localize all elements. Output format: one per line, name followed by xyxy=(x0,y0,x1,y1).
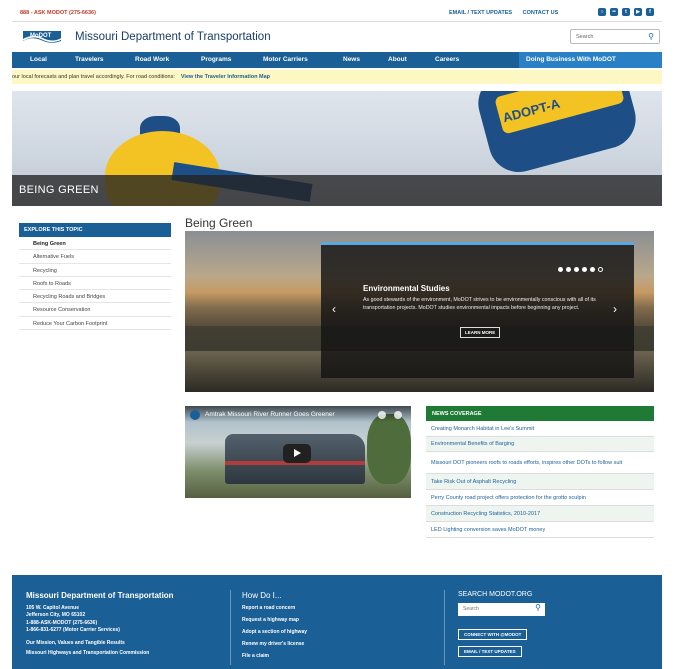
slider-dot[interactable] xyxy=(574,267,579,272)
footer-howdo-title: How Do I... xyxy=(242,591,282,600)
sidebar-item-being-green[interactable]: Being Green xyxy=(19,237,171,251)
site-title[interactable]: Missouri Department of Transportation xyxy=(75,31,271,43)
news-item[interactable]: Environmental Benefits of Barging xyxy=(426,437,654,452)
alert-banner: our local forecasts and plan travel acco… xyxy=(12,70,662,84)
youtube-icon[interactable]: ▶ xyxy=(634,8,642,16)
hero-banner: ADOPT-A BEING GREEN xyxy=(12,91,662,206)
clock-icon[interactable] xyxy=(378,411,386,419)
news-item[interactable]: Missouri DOT pioneers roofs to roads eff… xyxy=(426,452,654,474)
video-player[interactable]: Amtrak Missouri River Runner Goes Greene… xyxy=(185,406,411,498)
howdo-report-road-concern[interactable]: Report a road concern xyxy=(242,605,295,611)
main-nav: Local Travelers Road Work Programs Motor… xyxy=(12,52,662,68)
play-button[interactable] xyxy=(283,444,311,463)
slider-dot[interactable] xyxy=(582,267,587,272)
search-icon[interactable]: ⚲ xyxy=(535,603,541,612)
nav-news[interactable]: News xyxy=(343,56,360,63)
chevron-right-icon[interactable]: › xyxy=(613,302,617,316)
search-icon[interactable]: ⚲ xyxy=(648,32,654,41)
video-thumbnail-trees xyxy=(367,414,411,484)
connect-with-modot-button[interactable]: CONNECT WITH @MODOT xyxy=(458,629,528,640)
email-text-updates-link[interactable]: EMAIL / TEXT UPDATES xyxy=(449,10,512,16)
footer-divider xyxy=(230,590,231,665)
footer-mission-link[interactable]: Our Mission, Values and Tangible Results xyxy=(26,640,125,646)
slider-body: As good stewards of the environment, MoD… xyxy=(363,297,596,311)
hero-title: BEING GREEN xyxy=(19,184,99,196)
sidebar-item-carbon-footprint[interactable]: Reduce Your Carbon Footprint xyxy=(19,317,171,331)
social-links: ○ •• t ▶ f xyxy=(598,8,654,16)
address-phone[interactable]: 1-888-ASK-MODOT (275-6636) xyxy=(26,620,120,627)
utility-links: EMAIL / TEXT UPDATES CONTACT US xyxy=(449,10,567,16)
slider-heading: Environmental Studies xyxy=(363,284,450,293)
page-title: Being Green xyxy=(185,216,253,230)
utility-bar: 888 - ASK MODOT (275-6636) EMAIL / TEXT … xyxy=(12,7,662,21)
sidebar-item-recycling-roads-bridges[interactable]: Recycling Roads and Bridges xyxy=(19,290,171,304)
search-placeholder: Search xyxy=(576,34,594,40)
hero-caption: BEING GREEN xyxy=(12,175,662,206)
site-footer: Missouri Department of Transportation 10… xyxy=(12,575,662,669)
phone-link[interactable]: 888 - ASK MODOT (275-6636) xyxy=(20,10,96,16)
news-coverage: NEWS COVERAGE Creating Monarch Habitat i… xyxy=(426,406,654,538)
slider-dot[interactable] xyxy=(558,267,563,272)
instagram-icon[interactable]: ○ xyxy=(598,8,606,16)
slider-panel: Environmental Studies As good stewards o… xyxy=(321,242,634,378)
share-icon[interactable] xyxy=(394,411,402,419)
footer-search-input[interactable]: Search ⚲ xyxy=(458,603,545,616)
sidebar-item-alternative-fuels[interactable]: Alternative Fuels xyxy=(19,250,171,264)
sidebar-heading: EXPLORE THIS TOPIC xyxy=(19,223,171,237)
howdo-renew-license[interactable]: Renew my driver's license xyxy=(242,641,304,647)
footer-search-placeholder: Search xyxy=(463,606,479,612)
alert-text: our local forecasts and plan travel acco… xyxy=(12,74,175,80)
news-item[interactable]: Take Risk Out of Asphalt Recycling xyxy=(426,474,654,490)
news-item[interactable]: LED Lighting conversion saves MoDOT mone… xyxy=(426,522,654,538)
logo-text: MoDOT xyxy=(30,33,52,39)
content-slider: Environmental Studies As good stewards o… xyxy=(185,231,654,392)
footer-address: 105 W. Capitol Avenue Jefferson City, MO… xyxy=(26,605,120,634)
modot-logo[interactable]: MoDOT xyxy=(21,27,66,47)
address-motor-carrier-phone[interactable]: 1-866-831-6277 (Motor Carrier Services) xyxy=(26,627,120,634)
nav-motor-carriers[interactable]: Motor Carriers xyxy=(263,56,308,63)
footer-search-title: SEARCH MODOT.ORG xyxy=(458,591,533,598)
header-search-input[interactable]: Search ⚲ xyxy=(570,29,660,44)
howdo-adopt-highway[interactable]: Adopt a section of highway xyxy=(242,629,307,635)
contact-us-link[interactable]: CONTACT US xyxy=(523,10,559,16)
site-header: MoDOT Missouri Department of Transportat… xyxy=(12,21,662,53)
footer-email-updates-button[interactable]: EMAIL / TEXT UPDATES xyxy=(458,646,522,657)
slider-dot-active[interactable] xyxy=(598,267,603,272)
nav-local[interactable]: Local xyxy=(30,56,47,63)
news-heading: NEWS COVERAGE xyxy=(426,406,654,421)
sidebar-item-resource-conservation[interactable]: Resource Conservation xyxy=(19,303,171,317)
howdo-file-claim[interactable]: File a claim xyxy=(242,653,269,659)
topic-sidebar: EXPLORE THIS TOPIC Being Green Alternati… xyxy=(19,223,171,331)
sidebar-item-roofs-to-roads[interactable]: Roofs to Roads xyxy=(19,277,171,291)
channel-avatar[interactable] xyxy=(190,410,200,420)
footer-commission-link[interactable]: Missouri Highways and Transportation Com… xyxy=(26,650,149,656)
howdo-request-highway-map[interactable]: Request a highway map xyxy=(242,617,299,623)
footer-title: Missouri Department of Transportation xyxy=(26,591,174,600)
nav-travelers[interactable]: Travelers xyxy=(75,56,104,63)
learn-more-button[interactable]: LEARN MORE xyxy=(460,327,501,338)
sidebar-item-recycling[interactable]: Recycling xyxy=(19,264,171,277)
nav-about[interactable]: About xyxy=(388,56,407,63)
news-item[interactable]: Construction Recycling Statistics, 2010-… xyxy=(426,506,654,522)
flickr-icon[interactable]: •• xyxy=(610,8,618,16)
nav-programs[interactable]: Programs xyxy=(201,56,231,63)
slider-dot[interactable] xyxy=(590,267,595,272)
nav-careers[interactable]: Careers xyxy=(435,56,459,63)
slider-dot[interactable] xyxy=(566,267,571,272)
address-street: 105 W. Capitol Avenue xyxy=(26,605,79,611)
news-item[interactable]: Perry County road project offers protect… xyxy=(426,490,654,506)
chevron-left-icon[interactable]: ‹ xyxy=(332,302,336,316)
slider-dots xyxy=(558,267,603,272)
nav-doing-business[interactable]: Doing Business With MoDOT xyxy=(519,52,662,68)
news-item[interactable]: Creating Monarch Habitat in Lee's Summit xyxy=(426,421,654,437)
footer-divider xyxy=(444,590,445,665)
twitter-icon[interactable]: t xyxy=(622,8,630,16)
facebook-icon[interactable]: f xyxy=(646,8,654,16)
nav-road-work[interactable]: Road Work xyxy=(135,56,169,63)
address-city: Jefferson City, MO 65102 xyxy=(26,612,86,619)
traveler-map-link[interactable]: View the Traveler Information Map xyxy=(181,74,270,80)
